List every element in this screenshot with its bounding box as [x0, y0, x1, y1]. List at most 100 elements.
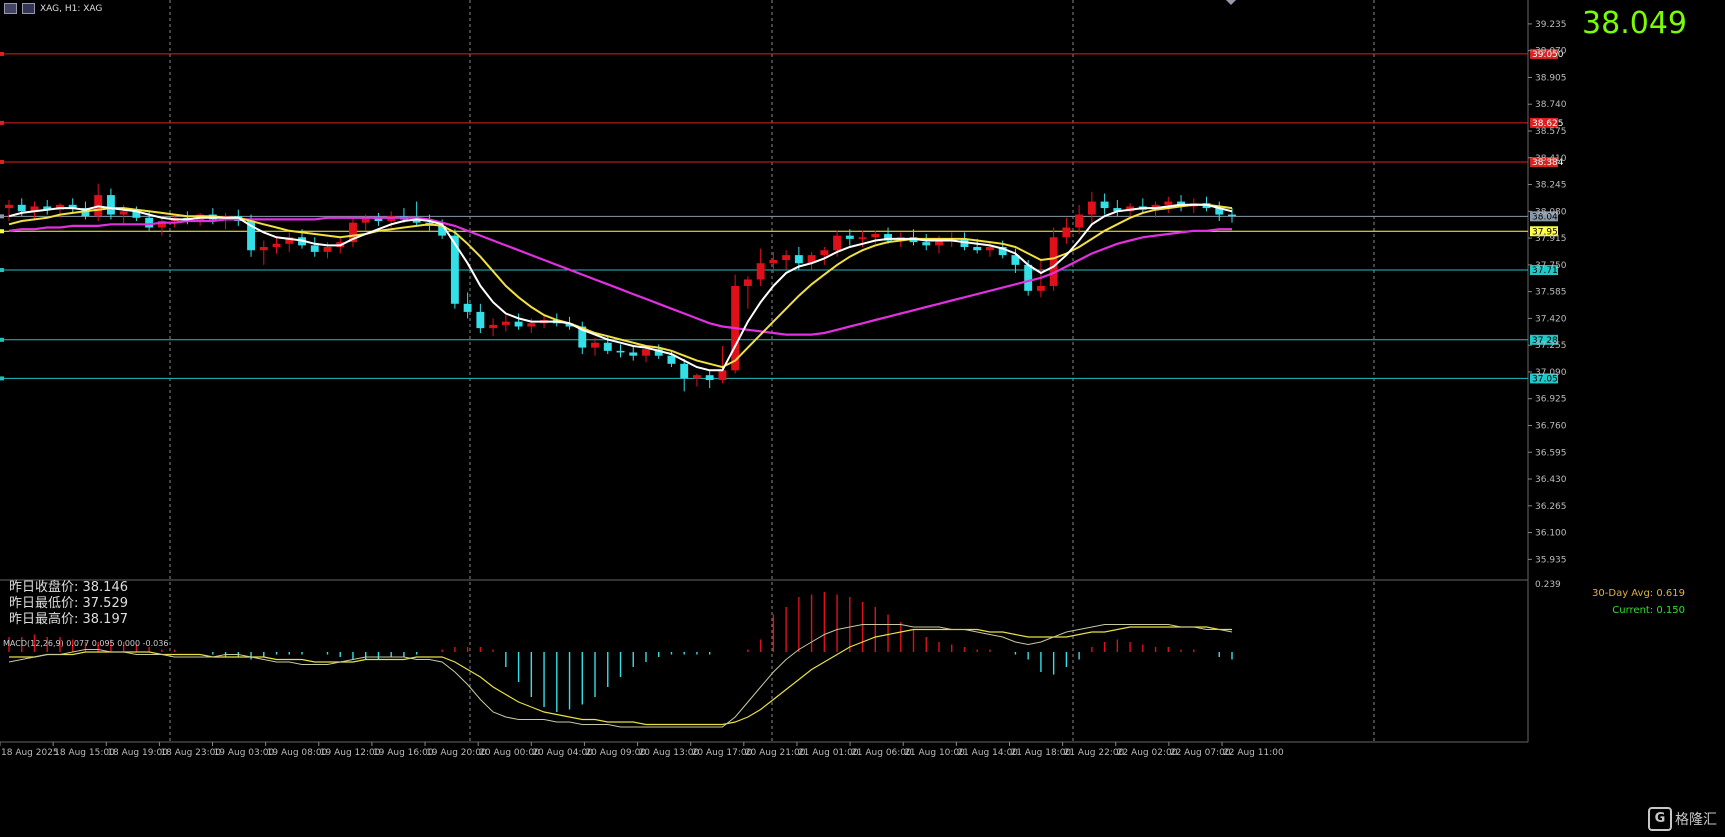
candle-body: [17, 204, 26, 212]
time-tick-label: 20 Aug 09:00: [585, 748, 646, 758]
candle-body: [743, 279, 752, 286]
price-tick-label: 37.420: [1535, 314, 1567, 324]
candle-body: [1087, 201, 1096, 215]
time-tick-label: 22 Aug 11:00: [1223, 748, 1284, 758]
candle-body: [1049, 237, 1058, 286]
level-marker: [0, 268, 4, 273]
chart-title: XAG, H1: XAG: [40, 3, 103, 14]
chart-header: XAG, H1: XAG: [4, 3, 102, 14]
time-tick-label: 21 Aug 01:00: [798, 748, 859, 758]
time-tick-label: 19 Aug 16:00: [373, 748, 434, 758]
time-tick-label: 19 Aug 12:00: [320, 748, 381, 758]
range-avg-panel: 30-Day Avg: 0.619 Current: 0.150: [1592, 585, 1685, 619]
macd-top-tick: 0.239: [1535, 580, 1561, 590]
candle-body: [667, 355, 676, 364]
candle-body: [450, 235, 459, 304]
candle-body: [514, 321, 523, 327]
time-axis: 18 Aug 202518 Aug 15:0018 Aug 19:0018 Au…: [0, 0, 1284, 758]
time-tick-label: 18 Aug 2025: [1, 748, 59, 758]
scroll-marker-icon: [1226, 0, 1236, 5]
candle-body: [833, 235, 842, 251]
candle-body: [1075, 214, 1084, 228]
current-price: 38.049: [1582, 6, 1687, 41]
price-tick-label: 36.430: [1535, 475, 1567, 485]
level-marker: [0, 51, 4, 56]
time-tick-label: 22 Aug 07:00: [1170, 748, 1231, 758]
candle-body: [1036, 285, 1045, 291]
candle-body: [310, 245, 319, 252]
candle-body: [845, 235, 854, 239]
candle-body: [692, 375, 701, 379]
level-marker: [0, 214, 4, 219]
price-tick-label: 35.935: [1535, 555, 1567, 565]
time-tick-label: 21 Aug 06:00: [851, 748, 912, 758]
candle-body: [922, 242, 931, 246]
price-tick-label: 36.595: [1535, 448, 1567, 458]
time-tick-label: 19 Aug 03:00: [214, 748, 275, 758]
price-tick-label: 36.100: [1535, 529, 1567, 539]
time-tick-label: 20 Aug 13:00: [639, 748, 700, 758]
level-marker: [0, 376, 4, 381]
time-tick-label: 19 Aug 08:00: [267, 748, 328, 758]
avg-current: Current: 0.150: [1612, 605, 1685, 616]
candle-body: [591, 342, 599, 348]
prev-high: 昨日最高价: 38.197: [9, 612, 128, 627]
candle-body: [871, 234, 880, 238]
price-tick-label: 37.915: [1535, 234, 1567, 244]
candle-body: [820, 250, 829, 256]
prev-low: 昨日最低价: 37.529: [9, 596, 128, 611]
price-tick-label: 36.925: [1535, 395, 1567, 405]
price-tick-label: 38.905: [1535, 73, 1567, 83]
candle-body: [616, 350, 625, 353]
candle-body: [1024, 264, 1033, 291]
time-tick-label: 20 Aug 00:00: [479, 748, 540, 758]
time-tick-label: 21 Aug 14:00: [957, 748, 1018, 758]
candle-body: [1228, 214, 1236, 217]
chart-canvas[interactable]: 39.05038.62538.38438.04937.95737.71837.2…: [0, 0, 1725, 837]
price-tick-label: 38.080: [1535, 207, 1567, 217]
time-tick-label: 20 Aug 04:00: [532, 748, 593, 758]
candle-body: [259, 247, 268, 251]
candle-body: [323, 247, 332, 252]
logo-text: 格隆汇: [1675, 812, 1717, 828]
price-tick-label: 37.255: [1535, 341, 1567, 351]
candle-body: [794, 255, 803, 264]
chart-grid: [0, 0, 1529, 743]
candle-body: [489, 324, 498, 329]
time-tick-label: 20 Aug 21:00: [745, 748, 806, 758]
level-marker: [0, 159, 4, 164]
macd-label: MACD(12,26,9) 0.077 0.095 0.000 -0.036: [3, 639, 169, 648]
time-tick-label: 20 Aug 17:00: [692, 748, 753, 758]
candle-body: [629, 352, 638, 356]
price-tick-label: 38.410: [1535, 154, 1567, 164]
level-marker: [0, 229, 4, 234]
candle-body: [985, 247, 994, 251]
ma-slow-line: [8, 216, 1232, 336]
candle-body: [527, 323, 536, 327]
price-tick-label: 39.070: [1535, 47, 1567, 57]
level-marker: [0, 337, 4, 342]
price-tick-label: 38.245: [1535, 181, 1567, 191]
avg-30day: 30-Day Avg: 0.619: [1592, 588, 1685, 599]
daily-stats-panel: 昨日收盘价: 38.146 昨日最低价: 37.529 昨日最高价: 38.19…: [9, 580, 128, 628]
candle-body: [1062, 227, 1071, 238]
time-tick-label: 21 Aug 18:00: [1010, 748, 1071, 758]
watermark-logo: G 格隆汇: [1648, 807, 1717, 831]
price-tick-label: 37.750: [1535, 261, 1567, 271]
candle-body: [769, 259, 778, 264]
price-tick-label: 36.760: [1535, 421, 1567, 431]
price-tick-label: 36.265: [1535, 502, 1567, 512]
level-marker: [0, 120, 4, 125]
candle-body: [756, 263, 765, 280]
candle-body: [642, 349, 650, 356]
chart-menu-icon[interactable]: [4, 3, 17, 14]
candle-body: [680, 363, 689, 379]
candle-body: [119, 211, 128, 215]
candle-body: [1100, 201, 1109, 209]
candle-body: [858, 237, 867, 239]
time-tick-label: 21 Aug 10:00: [904, 748, 965, 758]
candle-body: [705, 375, 714, 381]
symbol-flag-icon: [22, 3, 35, 14]
candle-body: [501, 321, 510, 325]
prev-close: 昨日收盘价: 38.146: [9, 580, 128, 595]
